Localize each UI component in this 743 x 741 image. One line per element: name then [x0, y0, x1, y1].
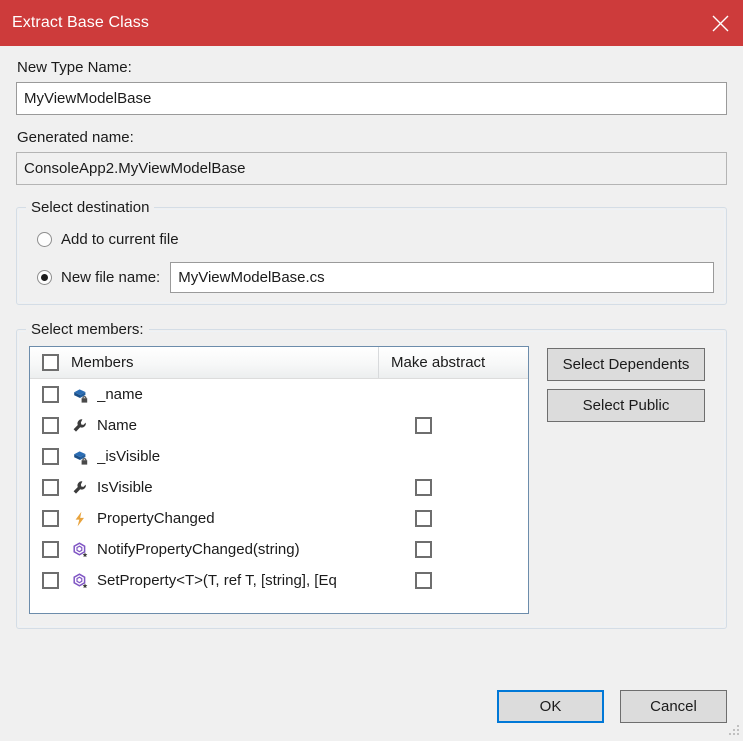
method-protected-icon	[71, 541, 89, 559]
radio-new-file-name-indicator[interactable]	[37, 270, 52, 285]
member-name-label: _name	[97, 386, 379, 403]
resize-grip[interactable]	[727, 724, 740, 737]
window-title: Extract Base Class	[12, 14, 149, 32]
member-cell[interactable]: _name	[30, 379, 379, 410]
make-abstract-cell[interactable]	[379, 472, 528, 503]
member-name-label: IsVisible	[97, 479, 379, 496]
radio-add-to-current-file[interactable]: Add to current file	[37, 224, 714, 254]
member-cell[interactable]: Name	[30, 410, 379, 441]
member-action-buttons: Select Dependents Select Public	[547, 346, 705, 422]
member-name-label: PropertyChanged	[97, 510, 379, 527]
event-icon	[71, 510, 89, 528]
new-type-name-input[interactable]: MyViewModelBase	[16, 82, 727, 115]
select-public-button[interactable]: Select Public	[547, 389, 705, 422]
table-row[interactable]: NotifyPropertyChanged(string)	[30, 534, 528, 565]
make-abstract-column-header[interactable]: Make abstract	[379, 347, 528, 378]
radio-add-to-current-file-indicator[interactable]	[37, 232, 52, 247]
member-name-label: NotifyPropertyChanged(string)	[97, 541, 379, 558]
property-icon	[71, 417, 89, 435]
member-name-label: Name	[97, 417, 379, 434]
field-private-icon	[71, 386, 89, 404]
make-abstract-cell[interactable]	[379, 565, 528, 596]
table-row[interactable]: SetProperty<T>(T, ref T, [string], [Eq	[30, 565, 528, 596]
member-cell[interactable]: PropertyChanged	[30, 503, 379, 534]
member-cell[interactable]: NotifyPropertyChanged(string)	[30, 534, 379, 565]
members-column-header[interactable]: Members	[30, 347, 379, 378]
select-destination-title: Select destination	[26, 198, 154, 217]
member-name-label: _isVisible	[97, 448, 379, 465]
members-area: Members Make abstract _name Name _isVisibl…	[29, 346, 714, 614]
title-bar: Extract Base Class	[0, 0, 743, 46]
select-members-group: Select members: Members Make abstract _n…	[16, 329, 727, 629]
cancel-button[interactable]: Cancel	[620, 690, 727, 723]
table-row[interactable]: _isVisible	[30, 441, 528, 472]
close-button[interactable]	[697, 0, 743, 46]
make-abstract-checkbox[interactable]	[415, 541, 432, 558]
method-protected-icon	[71, 572, 89, 590]
member-name-label: SetProperty<T>(T, ref T, [string], [Eq	[97, 572, 379, 589]
make-abstract-column-label: Make abstract	[391, 354, 485, 371]
generated-name-label: Generated name:	[17, 128, 727, 147]
generated-name-value: ConsoleApp2.MyViewModelBase	[16, 152, 727, 185]
members-listview-header: Members Make abstract	[30, 347, 528, 379]
select-destination-group: Select destination Add to current file N…	[16, 207, 727, 305]
member-checkbox[interactable]	[42, 479, 59, 496]
member-cell[interactable]: SetProperty<T>(T, ref T, [string], [Eq	[30, 565, 379, 596]
close-icon	[712, 15, 729, 32]
select-dependents-button[interactable]: Select Dependents	[547, 348, 705, 381]
radio-new-file-name-label: New file name:	[61, 269, 160, 286]
new-type-name-label: New Type Name:	[17, 58, 727, 77]
dialog-body: New Type Name: MyViewModelBase Generated…	[0, 46, 743, 739]
members-listview[interactable]: Members Make abstract _name Name _isVisibl…	[29, 346, 529, 614]
table-row[interactable]: _name	[30, 379, 528, 410]
radio-new-file-name[interactable]: New file name: MyViewModelBase.cs	[37, 262, 714, 292]
member-cell[interactable]: _isVisible	[30, 441, 379, 472]
extract-base-class-dialog: Extract Base Class New Type Name: MyView…	[0, 0, 743, 739]
make-abstract-cell	[379, 379, 528, 410]
make-abstract-cell	[379, 441, 528, 472]
make-abstract-checkbox[interactable]	[415, 510, 432, 527]
make-abstract-checkbox[interactable]	[415, 479, 432, 496]
member-checkbox[interactable]	[42, 572, 59, 589]
table-row[interactable]: Name	[30, 410, 528, 441]
property-icon	[71, 479, 89, 497]
select-members-title: Select members:	[26, 320, 149, 339]
new-file-name-input[interactable]: MyViewModelBase.cs	[170, 262, 714, 293]
member-checkbox[interactable]	[42, 541, 59, 558]
field-private-icon	[71, 448, 89, 466]
ok-button[interactable]: OK	[497, 690, 604, 723]
members-row-container: _name Name _isVisible IsVisible PropertyChan…	[30, 379, 528, 596]
member-checkbox[interactable]	[42, 510, 59, 527]
radio-add-to-current-file-label: Add to current file	[61, 231, 179, 248]
member-cell[interactable]: IsVisible	[30, 472, 379, 503]
make-abstract-cell[interactable]	[379, 410, 528, 441]
member-checkbox[interactable]	[42, 448, 59, 465]
member-checkbox[interactable]	[42, 386, 59, 403]
make-abstract-checkbox[interactable]	[415, 417, 432, 434]
members-column-label: Members	[71, 354, 134, 371]
make-abstract-cell[interactable]	[379, 534, 528, 565]
table-row[interactable]: PropertyChanged	[30, 503, 528, 534]
table-row[interactable]: IsVisible	[30, 472, 528, 503]
make-abstract-cell[interactable]	[379, 503, 528, 534]
member-checkbox[interactable]	[42, 417, 59, 434]
select-all-members-checkbox[interactable]	[42, 354, 59, 371]
dialog-footer: OK Cancel	[497, 690, 727, 723]
make-abstract-checkbox[interactable]	[415, 572, 432, 589]
